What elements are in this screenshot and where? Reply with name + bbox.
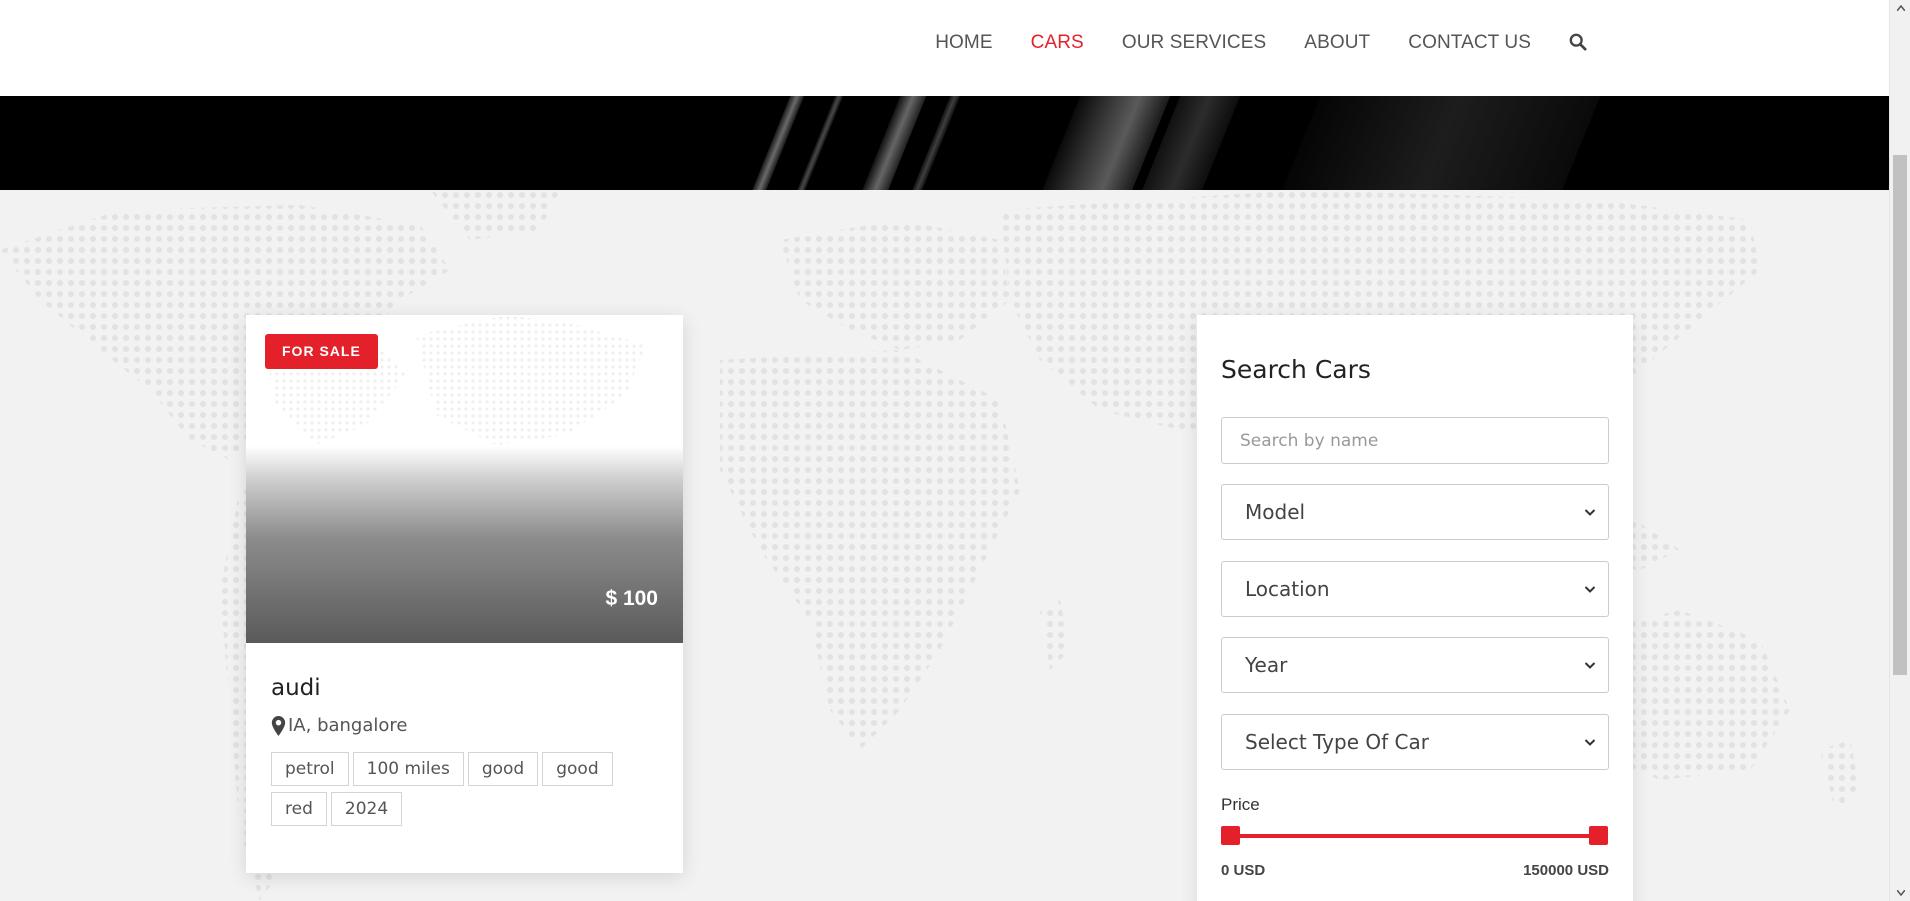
car-tags: petrol 100 miles good good red 2024 [271,752,658,826]
chevron-down-icon [1584,662,1596,669]
scroll-thumb[interactable] [1893,155,1907,675]
chevron-down-icon [1584,739,1596,746]
car-card[interactable]: FOR SALE $ 100 audi IA, bangalore petrol… [246,315,683,873]
nav-cars[interactable]: CARS [1031,32,1084,54]
tag-fuel: petrol [271,752,349,786]
scroll-up-arrow[interactable] [1890,0,1910,16]
tag-year: 2024 [330,792,403,826]
page-scrollbar[interactable] [1889,0,1910,901]
site-header: HOME CARS OUR SERVICES ABOUT CONTACT US [0,0,1889,96]
search-panel-title: Search Cars [1221,355,1371,384]
tag-condition-2: good [542,752,613,786]
search-name-input[interactable] [1222,418,1608,463]
tag-color: red [271,792,327,826]
price-min-handle[interactable] [1221,826,1240,845]
car-type-select-value: Select Type Of Car [1245,730,1429,754]
car-location-text: IA, bangalore [288,715,408,736]
tag-condition: good [467,752,539,786]
main-nav: HOME CARS OUR SERVICES ABOUT CONTACT US [897,0,1589,86]
nav-home[interactable]: HOME [935,32,992,54]
scroll-down-arrow[interactable] [1890,885,1910,901]
search-name-field[interactable] [1221,417,1609,464]
card-body: audi IA, bangalore petrol 100 miles good… [271,675,658,826]
price-max-value: 150000 USD [1523,862,1609,879]
car-price: $ 100 [605,587,658,610]
for-sale-badge: FOR SALE [265,334,378,369]
price-min-value: 0 USD [1221,862,1266,879]
hero-banner [0,96,1889,190]
price-max-handle[interactable] [1589,826,1608,845]
car-name[interactable]: audi [271,675,658,701]
year-select-value: Year [1245,653,1288,677]
tag-mileage: 100 miles [352,752,464,786]
price-label: Price [1221,795,1260,814]
year-select[interactable]: Year [1221,637,1609,693]
model-select[interactable]: Model [1221,484,1609,540]
chevron-down-icon [1584,586,1596,593]
car-image[interactable]: FOR SALE $ 100 [246,315,683,643]
nav-our-services[interactable]: OUR SERVICES [1122,32,1266,54]
map-marker-icon [271,715,286,736]
location-select-value: Location [1245,577,1330,601]
search-icon[interactable] [1569,33,1589,53]
location-select[interactable]: Location [1221,561,1609,617]
car-location: IA, bangalore [271,715,658,736]
price-slider-track[interactable] [1230,834,1600,838]
search-panel: Search Cars Model Location Year Select T… [1197,315,1633,901]
model-select-value: Model [1245,500,1306,524]
nav-contact-us[interactable]: CONTACT US [1408,32,1531,54]
car-type-select[interactable]: Select Type Of Car [1221,714,1609,770]
chevron-down-icon [1584,509,1596,516]
nav-about[interactable]: ABOUT [1304,32,1370,54]
